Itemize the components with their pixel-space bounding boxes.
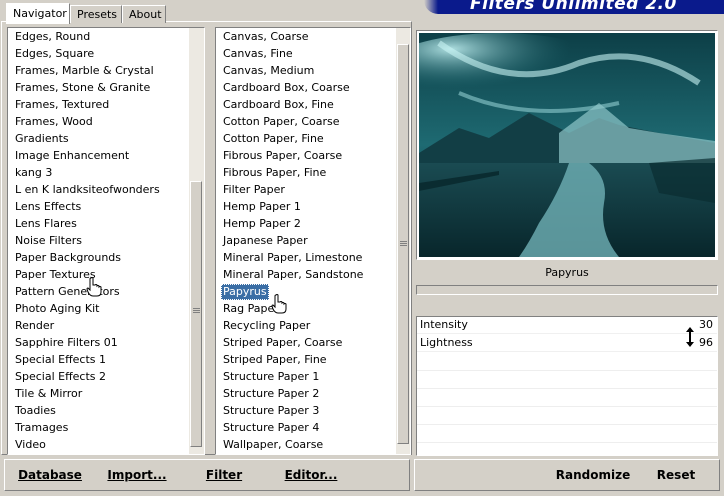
category-item[interactable]: Special Effects 2 bbox=[13, 369, 108, 385]
filter-item[interactable]: Cotton Paper, Coarse bbox=[221, 114, 342, 130]
category-item[interactable]: Paper Backgrounds bbox=[13, 250, 123, 266]
filter-item[interactable]: Fibrous Paper, Fine bbox=[221, 165, 328, 181]
category-scroll-thumb[interactable] bbox=[190, 181, 202, 447]
filter-item[interactable]: Structure Paper 2 bbox=[221, 386, 321, 402]
app-title: Filters Unlimited 2.0 bbox=[470, 0, 677, 14]
param-divider bbox=[417, 370, 717, 371]
category-item[interactable]: Frames, Stone & Granite bbox=[13, 80, 152, 96]
param-row-lightness[interactable]: Lightness 96 bbox=[417, 335, 717, 352]
category-item[interactable]: kang 3 bbox=[13, 165, 54, 181]
param-label-lightness: Lightness bbox=[420, 336, 473, 349]
filter-item[interactable]: Fibrous Paper, Coarse bbox=[221, 148, 344, 164]
filter-item[interactable]: Hemp Paper 2 bbox=[221, 216, 303, 232]
category-item[interactable]: Frames, Wood bbox=[13, 114, 95, 130]
category-item[interactable]: Sapphire Filters 01 bbox=[13, 335, 120, 351]
param-label-intensity: Intensity bbox=[420, 318, 468, 331]
param-value-intensity[interactable]: 30 bbox=[699, 318, 713, 331]
app-banner: Filters Unlimited 2.0 bbox=[424, 0, 724, 14]
progress-bar bbox=[416, 285, 718, 295]
filter-item[interactable]: Mineral Paper, Sandstone bbox=[221, 267, 365, 283]
filter-info-button-label: Filter Info... bbox=[205, 468, 243, 482]
randomize-button[interactable]: Randomize bbox=[554, 461, 632, 489]
up-down-arrow-icon[interactable] bbox=[685, 327, 695, 350]
filter-item[interactable]: Recycling Paper bbox=[221, 318, 312, 334]
reset-button[interactable]: Reset bbox=[650, 461, 702, 489]
category-item[interactable]: Photo Aging Kit bbox=[13, 301, 101, 317]
filter-list[interactable]: Canvas, Coarse Canvas, Fine Canvas, Medium… bbox=[215, 27, 411, 455]
tab-about[interactable]: About bbox=[122, 5, 166, 23]
param-divider bbox=[417, 424, 717, 425]
database-button-label: Database bbox=[18, 468, 82, 482]
hand-pointer-icon bbox=[86, 277, 102, 297]
filter-item[interactable]: Structure Paper 1 bbox=[221, 369, 321, 385]
filter-item[interactable]: Cardboard Box, Coarse bbox=[221, 80, 352, 96]
category-item[interactable]: Lens Effects bbox=[13, 199, 83, 215]
tab-about-label: About bbox=[129, 8, 162, 21]
filter-item[interactable]: Mineral Paper, Limestone bbox=[221, 250, 364, 266]
category-item[interactable]: Frames, Textured bbox=[13, 97, 111, 113]
filter-item[interactable]: Canvas, Fine bbox=[221, 46, 295, 62]
category-item[interactable]: Paper Textures bbox=[13, 267, 98, 283]
category-item[interactable]: Tramages bbox=[13, 420, 70, 436]
param-divider bbox=[417, 406, 717, 407]
tab-navigator[interactable]: Navigator bbox=[6, 3, 70, 24]
randomize-button-label: Randomize bbox=[555, 468, 631, 482]
filter-item[interactable]: Japanese Paper bbox=[221, 233, 310, 249]
preview-frame bbox=[416, 30, 718, 260]
filter-item[interactable]: Striped Paper, Fine bbox=[221, 352, 329, 368]
category-item[interactable]: Image Enhancement bbox=[13, 148, 131, 164]
category-list[interactable]: Edges, Round Edges, Square Frames, Marble … bbox=[7, 27, 205, 455]
filter-item[interactable]: Structure Paper 3 bbox=[221, 403, 321, 419]
import-button[interactable]: Import... bbox=[106, 461, 168, 489]
category-item[interactable]: Video bbox=[13, 437, 48, 453]
preview-image bbox=[419, 33, 715, 257]
hand-pointer-icon bbox=[271, 294, 287, 314]
category-item[interactable]: Render bbox=[13, 318, 56, 334]
filter-item[interactable]: Striped Paper, Coarse bbox=[221, 335, 344, 351]
category-item[interactable]: Edges, Square bbox=[13, 46, 96, 62]
param-divider bbox=[417, 388, 717, 389]
tab-presets-label: Presets bbox=[77, 8, 118, 21]
category-item[interactable]: Tile & Mirror bbox=[13, 386, 84, 402]
tab-navigator-label: Navigator bbox=[13, 7, 67, 20]
filter-item[interactable]: Papyrus bbox=[221, 284, 269, 300]
category-item[interactable]: Edges, Round bbox=[13, 29, 92, 45]
category-item[interactable]: Noise Filters bbox=[13, 233, 84, 249]
filter-item[interactable]: Hemp Paper 1 bbox=[221, 199, 303, 215]
category-item[interactable]: Pattern Generators bbox=[13, 284, 122, 300]
category-scrollbar[interactable] bbox=[188, 28, 204, 454]
filter-name-display: Papyrus bbox=[416, 262, 718, 284]
param-divider bbox=[417, 442, 717, 443]
filter-scrollbar[interactable] bbox=[395, 28, 410, 454]
editor-button-label: Editor... bbox=[284, 468, 338, 482]
database-button[interactable]: Database bbox=[18, 461, 82, 489]
filter-item[interactable]: Cardboard Box, Fine bbox=[221, 97, 336, 113]
category-item[interactable]: Frames, Marble & Crystal bbox=[13, 63, 156, 79]
category-item[interactable]: Special Effects 1 bbox=[13, 352, 108, 368]
filter-item[interactable]: Canvas, Coarse bbox=[221, 29, 311, 45]
filter-item[interactable]: Filter Paper bbox=[221, 182, 287, 198]
tab-presets[interactable]: Presets bbox=[70, 5, 122, 23]
category-item[interactable]: Lens Flares bbox=[13, 216, 79, 232]
category-item[interactable]: Toadies bbox=[13, 403, 58, 419]
param-row-intensity[interactable]: Intensity 30 bbox=[417, 317, 717, 334]
parameter-panel[interactable]: Intensity 30 Lightness 96 bbox=[416, 316, 718, 456]
filter-info-button[interactable]: Filter Info... bbox=[188, 461, 260, 489]
param-value-lightness[interactable]: 96 bbox=[699, 336, 713, 349]
import-button-label: Import... bbox=[107, 468, 167, 482]
filter-scroll-thumb[interactable] bbox=[397, 44, 409, 444]
reset-button-label: Reset bbox=[656, 468, 696, 482]
filter-item[interactable]: Wallpaper, Coarse bbox=[221, 437, 325, 453]
filter-item[interactable]: Canvas, Medium bbox=[221, 63, 316, 79]
category-item[interactable]: L en K landksiteofwonders bbox=[13, 182, 162, 198]
category-item[interactable]: Gradients bbox=[13, 131, 71, 147]
filter-item[interactable]: Structure Paper 4 bbox=[221, 420, 321, 436]
editor-button[interactable]: Editor... bbox=[282, 461, 340, 489]
filter-item[interactable]: Cotton Paper, Fine bbox=[221, 131, 326, 147]
